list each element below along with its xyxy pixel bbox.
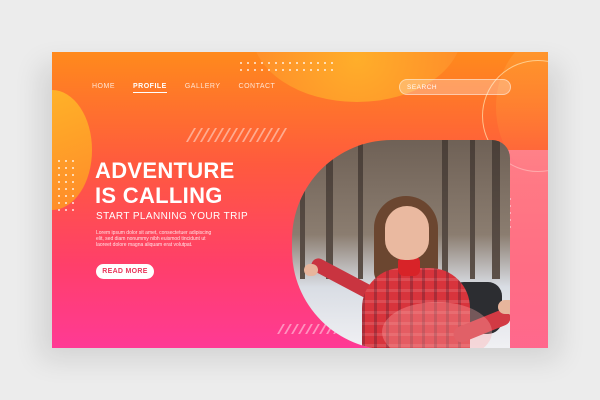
hero-subtitle: START PLANNING YOUR TRIP xyxy=(96,211,249,222)
decor-dots xyxy=(58,160,74,211)
decor-stripes xyxy=(185,128,288,142)
hero-title-line: ADVENTURE xyxy=(95,158,235,183)
traveler-hand xyxy=(498,300,510,314)
nav-item-home[interactable]: HOME xyxy=(92,83,115,93)
landing-page: HOME PROFILE GALLERY CONTACT ADVENTURE I… xyxy=(52,52,548,348)
nav-item-profile[interactable]: PROFILE xyxy=(133,83,167,93)
hero-title: ADVENTURE IS CALLING xyxy=(95,158,235,208)
traveler-hand xyxy=(304,264,318,276)
hero-body-line: laoreet dolore magna aliquam erat volutp… xyxy=(96,242,193,248)
hero-body: Lorem ipsum dolor sit amet, consectetuer… xyxy=(96,230,224,248)
nav-item-contact[interactable]: CONTACT xyxy=(239,83,276,93)
hero-title-line: IS CALLING xyxy=(95,183,223,208)
nav-item-gallery[interactable]: GALLERY xyxy=(185,83,221,93)
search-input[interactable] xyxy=(400,83,510,91)
read-more-button[interactable]: READ MORE xyxy=(96,264,154,279)
traveler-face xyxy=(385,206,429,260)
search-bar xyxy=(399,79,511,95)
decor-dots xyxy=(240,62,333,71)
top-nav: HOME PROFILE GALLERY CONTACT xyxy=(92,83,275,93)
